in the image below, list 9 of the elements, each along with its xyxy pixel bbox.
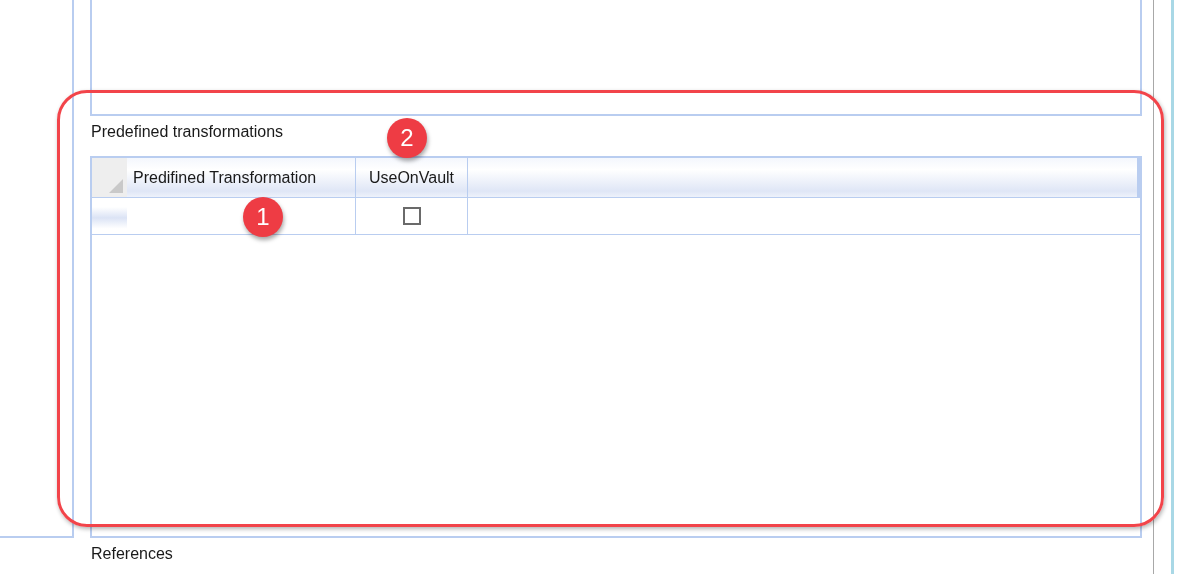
section-label: References bbox=[90, 545, 173, 563]
corner-triangle-icon bbox=[109, 179, 123, 193]
column-header[interactable]: UseOnVault bbox=[356, 158, 468, 197]
callout-badge: 1 bbox=[243, 197, 283, 237]
checkbox[interactable] bbox=[402, 207, 421, 225]
callout-badge: 2 bbox=[387, 118, 427, 158]
select-all-corner[interactable] bbox=[92, 158, 127, 197]
section-label: Predefined transformations bbox=[90, 123, 284, 142]
column-header[interactable]: Predifined Transformation bbox=[127, 158, 356, 197]
